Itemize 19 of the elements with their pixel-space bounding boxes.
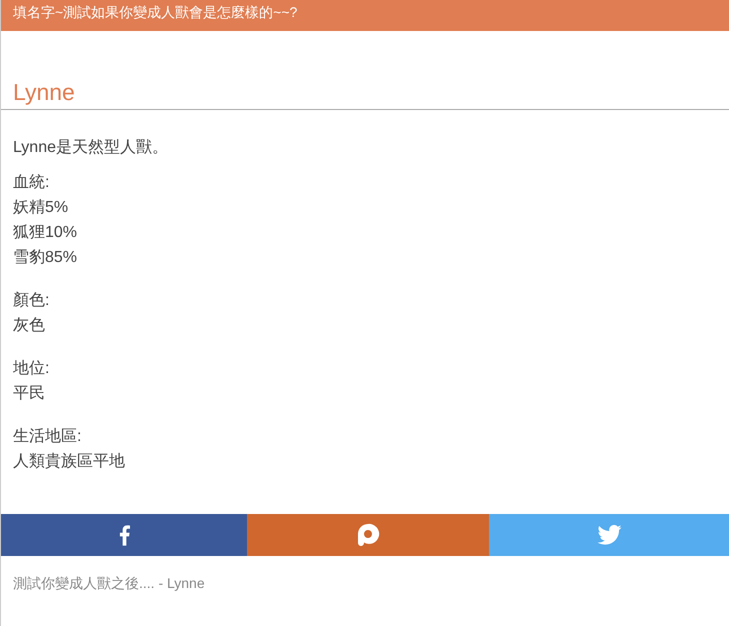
bird-icon [596,525,622,545]
section-value: 狐狸10% [13,223,78,243]
section-value: 人類貴族區平地 [13,452,125,472]
facebook-icon [118,524,130,546]
intro-text: Lynne是天然型人獸。 [13,138,169,158]
section-label: 地位: [13,358,50,379]
section-value: 灰色 [13,316,45,336]
plurk-icon [356,523,380,547]
section-label: 血統: [13,173,50,193]
page-title: 填名字~測試如果你變成人獸會是怎麼樣的~~? [13,5,298,19]
twitter-share-button[interactable] [489,514,729,556]
section-label: 顏色: [13,290,50,311]
plurk-share-button[interactable] [247,514,489,556]
footer-caption: 測試你變成人獸之後.... - Lynne [12,574,206,593]
result-name: Lynne [1,79,729,110]
section-label: 生活地區: [13,426,82,447]
section-value: 妖精5% [13,198,68,218]
section-value: 平民 [13,384,45,404]
section-value: 雪豹85% [13,248,78,268]
